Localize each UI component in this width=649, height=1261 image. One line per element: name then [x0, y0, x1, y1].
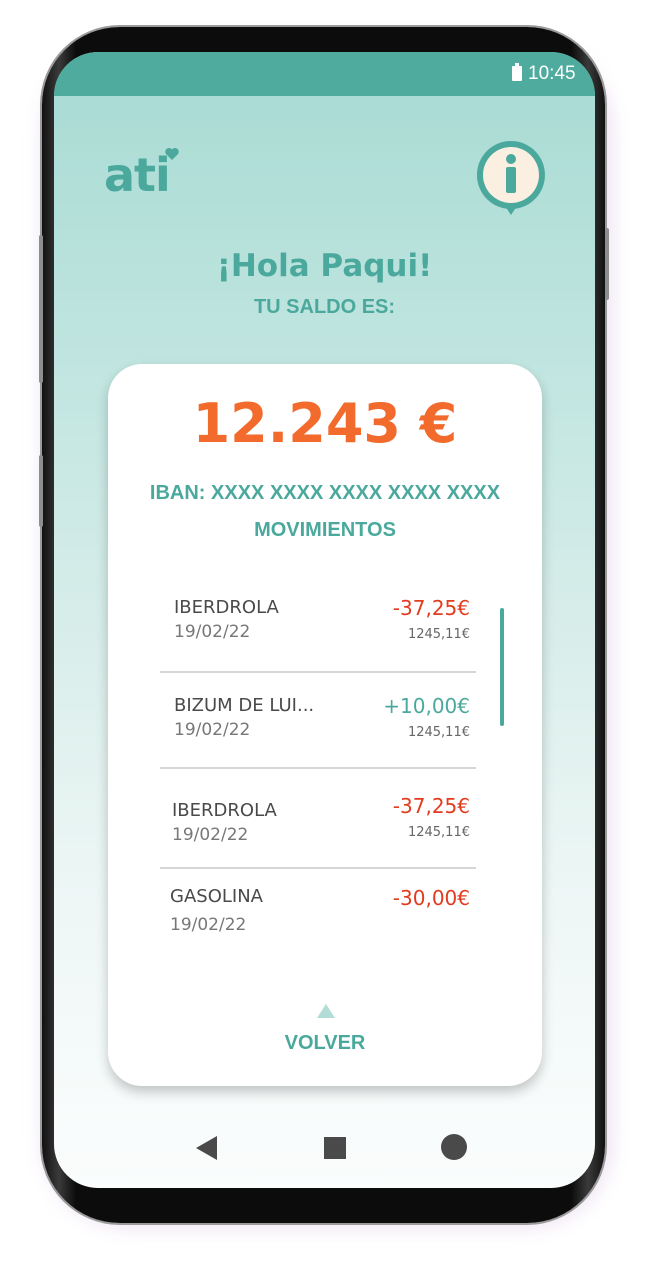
circle-recent-icon[interactable]: [441, 1134, 467, 1160]
account-card: 12.243 € IBAN: XXXX XXXX XXXX XXXX XXXX …: [108, 364, 542, 1086]
transaction-row[interactable]: IBERDROLA 19/02/22 -37,25€ 1245,11€: [160, 589, 476, 689]
transaction-amount: -30,00€: [392, 886, 470, 910]
transaction-row[interactable]: GASOLINA 19/02/22 -30,00€: [160, 886, 476, 959]
square-home-icon[interactable]: [324, 1137, 346, 1159]
transactions-list[interactable]: IBERDROLA 19/02/22 -37,25€ 1245,11€ BIZU…: [160, 589, 476, 959]
transaction-name: IBERDROLA: [174, 597, 279, 618]
back-button[interactable]: VOLVER: [108, 1032, 542, 1055]
transaction-name: IBERDROLA: [172, 800, 277, 821]
triangle-back-icon[interactable]: [196, 1136, 217, 1160]
list-scrollbar[interactable]: [500, 608, 504, 726]
transaction-balance: 1245,11€: [407, 725, 470, 740]
balance-amount: 12.243 €: [192, 392, 458, 455]
bixby-button: [39, 455, 43, 527]
transaction-row[interactable]: IBERDROLA 19/02/22 -37,25€ 1245,11€: [160, 792, 476, 892]
transaction-date: 19/02/22: [174, 622, 251, 642]
transaction-row[interactable]: BIZUM DE LUI... 19/02/22 +10,00€ 1245,11…: [160, 687, 476, 787]
divider: [160, 767, 476, 769]
transaction-name: BIZUM DE LUI...: [174, 695, 315, 716]
transaction-date: 19/02/22: [172, 825, 249, 845]
iban-text: IBAN: XXXX XXXX XXXX XXXX XXXX: [149, 482, 501, 504]
transaction-balance: 1245,11€: [407, 825, 470, 840]
transaction-amount: -37,25€: [392, 596, 470, 620]
balance-label: TU SALDO ES:: [253, 296, 396, 318]
power-button: [605, 228, 609, 300]
status-bar: 10:45: [54, 52, 595, 96]
app-screen: 10:45 ati ¡Hola Paqui! TU SALDO ES: 12.2…: [54, 52, 595, 1188]
app-logo: ati: [104, 148, 171, 202]
transaction-balance: 1245,11€: [407, 627, 470, 642]
status-time: 10:45: [528, 63, 576, 84]
info-icon[interactable]: [473, 137, 549, 219]
transaction-date: 19/02/22: [170, 915, 247, 935]
greeting-title: ¡Hola Paqui!: [216, 248, 433, 284]
logo-heart-icon: [165, 148, 179, 160]
movements-title: MOVIMIENTOS: [254, 519, 396, 541]
transaction-date: 19/02/22: [174, 720, 251, 740]
divider: [160, 867, 476, 869]
transaction-name: GASOLINA: [170, 886, 263, 907]
transaction-amount: +10,00€: [383, 694, 470, 718]
divider: [160, 671, 476, 673]
transaction-amount: -37,25€: [392, 794, 470, 818]
battery-icon: [512, 63, 522, 81]
volume-button: [39, 235, 43, 383]
up-arrow-icon[interactable]: [317, 1004, 335, 1018]
